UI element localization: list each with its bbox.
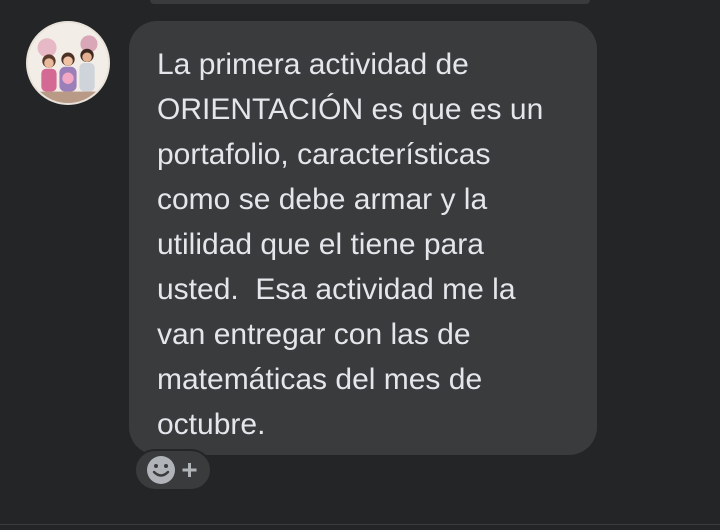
- add-reaction-smiley-plus-icon: [147, 456, 197, 484]
- add-reaction-button[interactable]: [134, 449, 212, 491]
- bottom-divider: [0, 524, 720, 525]
- user-avatar[interactable]: [26, 21, 110, 105]
- message-bubble[interactable]: La primera actividad de ORIENTACIÓN es q…: [129, 21, 597, 455]
- previous-message-bubble: [150, 0, 590, 4]
- avatar-photo-icon: [28, 23, 108, 103]
- message-text: La primera actividad de ORIENTACIÓN es q…: [157, 48, 544, 441]
